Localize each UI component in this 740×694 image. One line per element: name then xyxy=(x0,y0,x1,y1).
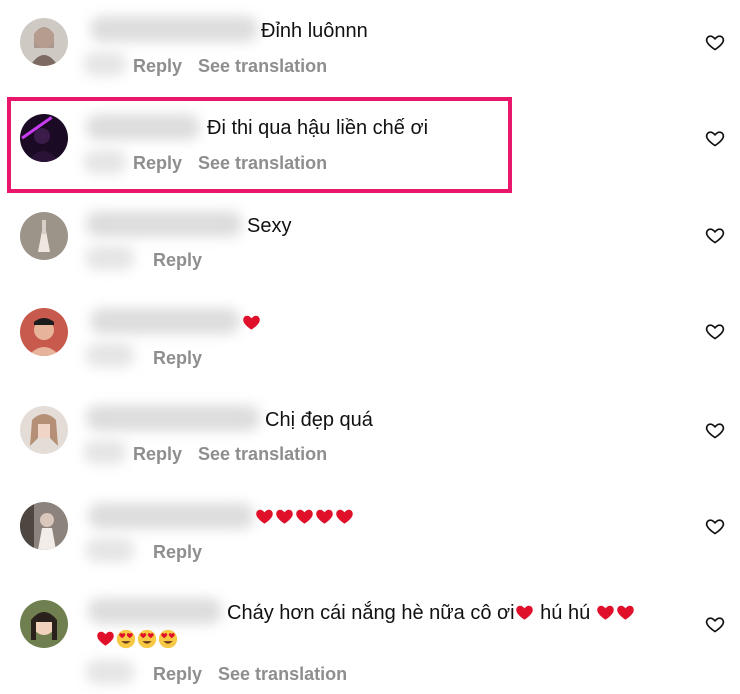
blurred-username[interactable] xyxy=(88,598,222,624)
blurred-timestamp xyxy=(86,538,134,562)
red-heart-emoji xyxy=(256,509,273,524)
heart-outline-icon xyxy=(705,324,725,340)
comment-actions: Reply See translation xyxy=(153,664,363,685)
comment-actions: Reply See translation xyxy=(133,153,343,174)
like-button[interactable] xyxy=(705,32,725,52)
red-heart-emoji xyxy=(296,509,313,524)
see-translation-button[interactable]: See translation xyxy=(218,664,347,684)
like-button[interactable] xyxy=(705,614,725,634)
blurred-timestamp xyxy=(86,343,134,367)
like-button[interactable] xyxy=(705,321,725,341)
heart-outline-icon xyxy=(705,228,725,244)
heart-eyes-emoji xyxy=(137,629,157,649)
comment-text: Đi thi qua hậu liền chế ơi xyxy=(207,117,429,139)
reply-button[interactable]: Reply xyxy=(153,250,202,270)
red-heart-emoji xyxy=(616,605,634,620)
comment-text: Sexy xyxy=(247,215,292,237)
blurred-username[interactable] xyxy=(90,308,240,334)
comment-actions: Reply xyxy=(153,250,218,271)
avatar[interactable] xyxy=(20,212,68,260)
red-heart-emoji xyxy=(336,509,353,524)
see-translation-button[interactable]: See translation xyxy=(198,444,327,464)
avatar[interactable] xyxy=(20,406,68,454)
avatar[interactable] xyxy=(20,502,68,550)
heart-eyes-emoji xyxy=(158,629,178,649)
red-heart-emoji xyxy=(316,509,333,524)
comment-actions: Reply See translation xyxy=(133,56,343,77)
comment-actions: Reply xyxy=(153,542,218,563)
comment-actions: Reply xyxy=(153,348,218,369)
blurred-username[interactable] xyxy=(90,16,258,42)
red-heart-emoji xyxy=(515,605,533,620)
comment-text: Đỉnh luônnn xyxy=(261,20,368,42)
red-heart-emoji xyxy=(276,509,293,524)
like-button[interactable] xyxy=(705,128,725,148)
blurred-timestamp xyxy=(84,150,126,174)
red-heart-emoji xyxy=(596,605,614,620)
comment-actions: Reply See translation xyxy=(133,444,343,465)
blurred-timestamp xyxy=(86,246,134,270)
blurred-username[interactable] xyxy=(86,114,200,140)
blurred-username[interactable] xyxy=(86,211,242,237)
heart-outline-icon xyxy=(705,423,725,439)
like-button[interactable] xyxy=(705,420,725,440)
heart-outline-icon xyxy=(705,617,725,633)
comment-text-line2 xyxy=(96,627,179,651)
blurred-timestamp xyxy=(86,660,134,684)
heart-outline-icon xyxy=(705,35,725,51)
red-heart-emoji xyxy=(97,631,114,646)
comment-text-main: Cháy hơn cái nắng hè nữa cô ơi xyxy=(227,602,515,624)
blurred-username[interactable] xyxy=(88,503,254,529)
avatar[interactable] xyxy=(20,114,68,162)
red-heart-emoji xyxy=(243,315,260,330)
highlight-box xyxy=(7,97,512,193)
comment-text: Chị đẹp quá xyxy=(265,409,373,431)
see-translation-button[interactable]: See translation xyxy=(198,56,327,76)
blurred-timestamp xyxy=(84,52,126,76)
avatar[interactable] xyxy=(20,18,68,66)
reply-button[interactable]: Reply xyxy=(153,348,202,368)
heart-outline-icon xyxy=(705,131,725,147)
avatar[interactable] xyxy=(20,600,68,648)
reply-button[interactable]: Reply xyxy=(153,542,202,562)
comment-text: Cháy hơn cái nắng hè nữa cô ơi hú hú xyxy=(227,601,636,625)
comment-text-tail: hú hú xyxy=(540,602,591,624)
reply-button[interactable]: Reply xyxy=(133,56,182,76)
blurred-username[interactable] xyxy=(86,405,260,431)
blurred-timestamp xyxy=(84,440,126,464)
comment-text xyxy=(255,505,355,529)
reply-button[interactable]: Reply xyxy=(133,153,182,173)
reply-button[interactable]: Reply xyxy=(133,444,182,464)
see-translation-button[interactable]: See translation xyxy=(198,153,327,173)
avatar[interactable] xyxy=(20,308,68,356)
comment-text xyxy=(242,311,262,335)
heart-outline-icon xyxy=(705,519,725,535)
reply-button[interactable]: Reply xyxy=(153,664,202,684)
like-button[interactable] xyxy=(705,516,725,536)
like-button[interactable] xyxy=(705,225,725,245)
heart-eyes-emoji xyxy=(116,629,136,649)
